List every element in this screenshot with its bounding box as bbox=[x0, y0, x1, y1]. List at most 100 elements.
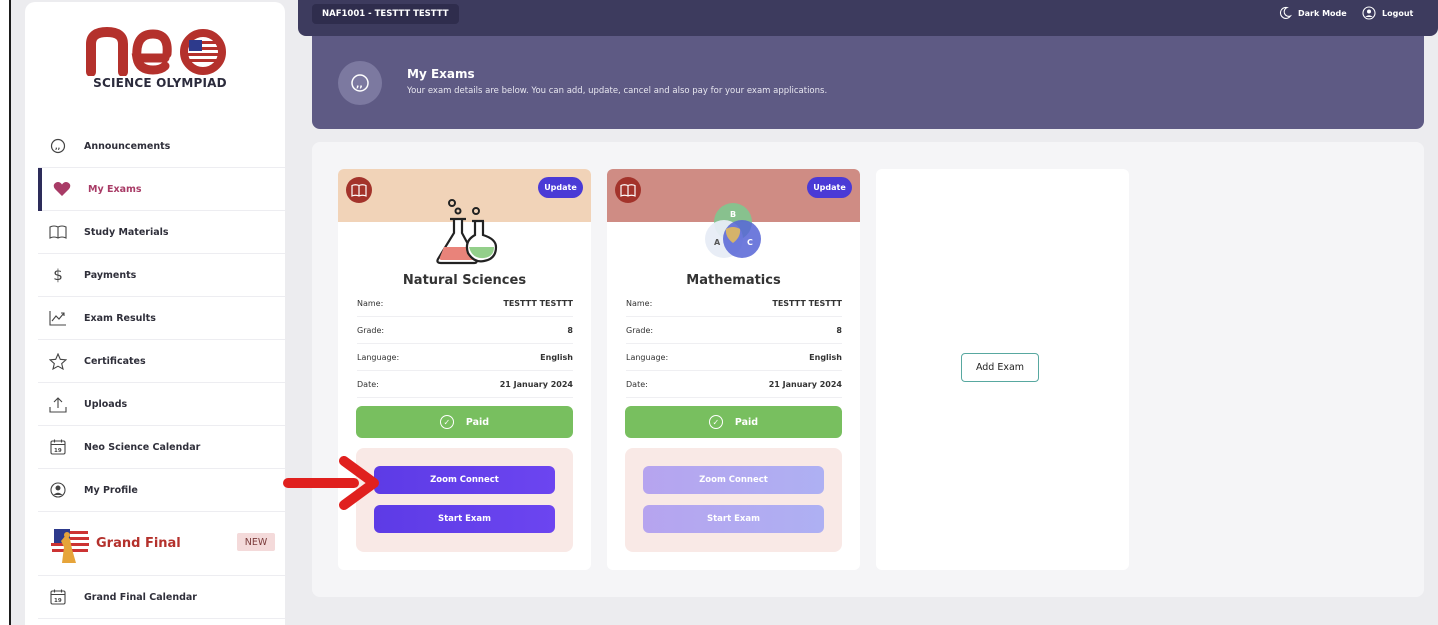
field-label: Date: bbox=[626, 379, 648, 389]
paid-label: Paid bbox=[734, 416, 759, 428]
sidebar-item-neo-science-calendar[interactable]: 19 Neo Science Calendar bbox=[38, 426, 285, 469]
zoom-connect-button[interactable]: Zoom Connect bbox=[374, 466, 555, 494]
dark-mode-button[interactable]: Dark Mode bbox=[1278, 6, 1347, 20]
dollar-icon: $ bbox=[53, 266, 63, 284]
sidebar-item-label: Study Materials bbox=[84, 226, 169, 238]
sidebar-item-label: Exam Results bbox=[84, 312, 156, 324]
field-value: English bbox=[809, 352, 842, 362]
sidebar-item-my-profile[interactable]: My Profile bbox=[38, 469, 285, 512]
moon-icon bbox=[1279, 6, 1292, 19]
logo-subtitle: SCIENCE OLYMPIAD bbox=[93, 76, 227, 90]
sidebar-item-study-materials[interactable]: Study Materials bbox=[38, 211, 285, 254]
venn-label-b: B bbox=[730, 210, 736, 219]
field-label: Language: bbox=[626, 352, 669, 362]
calendar-day-number: 19 bbox=[54, 448, 62, 454]
field-value: 21 January 2024 bbox=[499, 379, 573, 389]
exam-field-date: Date: 21 January 2024 bbox=[357, 371, 573, 398]
exam-actions: Zoom Connect Start Exam bbox=[625, 448, 842, 552]
paid-status: ✓ Paid bbox=[625, 406, 842, 438]
calendar-icon: 19 bbox=[48, 587, 68, 607]
grand-final-label: Grand Final bbox=[96, 536, 181, 551]
sidebar-item-uploads[interactable]: Uploads bbox=[38, 383, 285, 426]
chat-quote-icon: ,, bbox=[338, 61, 382, 105]
zoom-connect-button-disabled: Zoom Connect bbox=[643, 466, 824, 494]
field-value: TESTTT TESTTT bbox=[772, 298, 842, 308]
page-title: My Exams bbox=[407, 67, 475, 81]
sidebar-menu: ,, Announcements My Exams Study Material… bbox=[38, 125, 285, 619]
sidebar-item-label: Certificates bbox=[84, 355, 146, 367]
venn-label-a: A bbox=[714, 238, 721, 247]
svg-text:,,: ,, bbox=[356, 80, 363, 90]
field-label: Language: bbox=[357, 352, 400, 362]
sidebar-item-label: Neo Science Calendar bbox=[84, 441, 201, 453]
page-header: ,, My Exams Your exam details are below.… bbox=[312, 36, 1424, 129]
add-exam-button[interactable]: Add Exam bbox=[961, 353, 1039, 382]
grand-final-flag-icon bbox=[48, 523, 90, 565]
star-icon bbox=[48, 351, 68, 371]
exam-field-name: Name: TESTTT TESTTT bbox=[357, 290, 573, 317]
chat-quote-icon: ,, bbox=[48, 136, 68, 156]
sidebar-item-label: Uploads bbox=[84, 398, 128, 410]
user-circle-icon bbox=[48, 480, 68, 500]
logout-button[interactable]: Logout bbox=[1362, 6, 1413, 20]
sidebar-item-my-exams[interactable]: My Exams bbox=[38, 168, 285, 211]
sidebar-item-certificates[interactable]: Certificates bbox=[38, 340, 285, 383]
exam-field-grade: Grade: 8 bbox=[626, 317, 842, 344]
exam-subject-title: Mathematics bbox=[686, 273, 781, 288]
sidebar-item-announcements[interactable]: ,, Announcements bbox=[38, 125, 285, 168]
book-open-icon bbox=[48, 222, 68, 242]
exam-field-name: Name: TESTTT TESTTT bbox=[626, 290, 842, 317]
page-subtitle: Your exam details are below. You can add… bbox=[407, 86, 828, 96]
paid-status: ✓ Paid bbox=[356, 406, 573, 438]
update-button[interactable]: Update bbox=[538, 177, 583, 198]
sidebar-item-grand-final-calendar[interactable]: 19 Grand Final Calendar bbox=[38, 576, 285, 619]
new-badge: NEW bbox=[237, 533, 275, 551]
dark-mode-label: Dark Mode bbox=[1298, 8, 1347, 18]
field-value: 8 bbox=[567, 325, 573, 335]
calendar-day-number: 19 bbox=[54, 598, 62, 604]
sidebar-item-exam-results[interactable]: Exam Results bbox=[38, 297, 285, 340]
venn-label-c: C bbox=[747, 238, 753, 247]
flasks-icon bbox=[436, 199, 498, 265]
exam-field-date: Date: 21 January 2024 bbox=[626, 371, 842, 398]
svg-text:,,: ,, bbox=[55, 143, 60, 151]
check-circle-icon: ✓ bbox=[439, 415, 454, 429]
sidebar-item-grand-final[interactable]: Grand Final NEW bbox=[38, 512, 285, 576]
field-value: 21 January 2024 bbox=[768, 379, 842, 389]
calendar-icon: 19 bbox=[48, 437, 68, 457]
exam-field-grade: Grade: 8 bbox=[357, 317, 573, 344]
check-circle-icon: ✓ bbox=[708, 415, 723, 429]
field-value: TESTTT TESTTT bbox=[503, 298, 573, 308]
sidebar-item-payments[interactable]: $ Payments bbox=[38, 254, 285, 297]
field-value: 8 bbox=[836, 325, 842, 335]
exam-actions: Zoom Connect Start Exam bbox=[356, 448, 573, 552]
field-label: Grade: bbox=[357, 325, 385, 335]
neo-wordmark-icon bbox=[86, 26, 226, 77]
logout-label: Logout bbox=[1382, 8, 1414, 18]
book-icon bbox=[346, 177, 372, 203]
upload-icon bbox=[48, 394, 68, 414]
paid-label: Paid bbox=[465, 416, 490, 428]
field-label: Name: bbox=[357, 298, 384, 308]
field-label: Name: bbox=[626, 298, 653, 308]
start-exam-button[interactable]: Start Exam bbox=[374, 505, 555, 533]
add-exam-card: Add Exam bbox=[876, 169, 1129, 570]
neo-logo[interactable]: SCIENCE OLYMPIAD bbox=[85, 26, 235, 96]
heart-icon bbox=[52, 179, 72, 199]
exam-card-mathematics: Update B A C Mathematics Name: TESTTT TES… bbox=[607, 169, 860, 570]
field-label: Date: bbox=[357, 379, 379, 389]
sidebar-item-label: Announcements bbox=[84, 140, 171, 152]
red-arrow-icon bbox=[283, 456, 379, 510]
update-button[interactable]: Update bbox=[807, 177, 852, 198]
venn-diagram-icon: B A C bbox=[705, 203, 761, 258]
sidebar-item-label: Payments bbox=[84, 269, 137, 281]
sidebar: SCIENCE OLYMPIAD ,, Announcements My Exa… bbox=[25, 2, 285, 625]
sidebar-item-label: Grand Final Calendar bbox=[84, 591, 197, 603]
user-chip[interactable]: NAF1001 - TESTTT TESTTT bbox=[312, 4, 459, 24]
exam-field-language: Language: English bbox=[626, 344, 842, 371]
sidebar-item-label: My Profile bbox=[84, 484, 138, 496]
sidebar-item-label: My Exams bbox=[88, 183, 142, 195]
exam-subject-title: Natural Sciences bbox=[402, 273, 527, 288]
field-value: English bbox=[540, 352, 573, 362]
exam-field-language: Language: English bbox=[357, 344, 573, 371]
